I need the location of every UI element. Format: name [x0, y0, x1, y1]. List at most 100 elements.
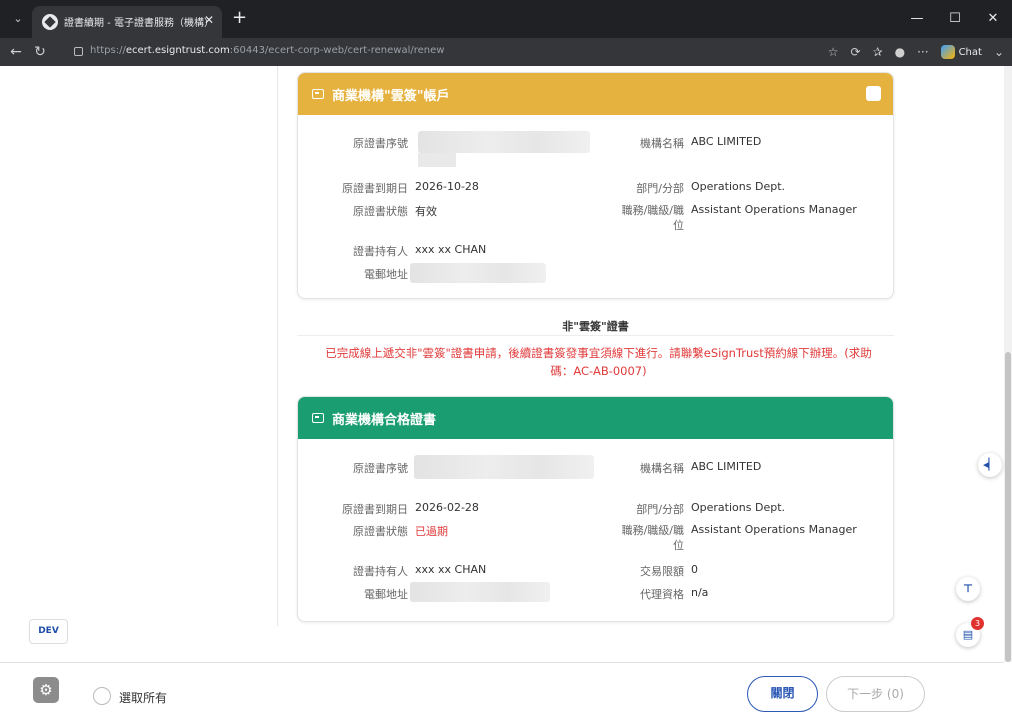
minimize-icon[interactable]: —	[898, 0, 936, 38]
q-expiry-label: 原證書到期日	[342, 503, 408, 516]
q-dept-value: Operations Dept.	[691, 501, 785, 514]
position-value: Assistant Operations Manager	[691, 203, 857, 216]
next-step-button[interactable]: 下一步 (0)	[826, 676, 925, 712]
favorites-list-icon[interactable]: ✰	[873, 42, 883, 62]
holder-value: xxx xx CHAN	[415, 243, 487, 256]
email-label: 電郵地址	[364, 268, 408, 281]
q-holder-value: xxx xx CHAN	[415, 563, 487, 576]
qualified-card-header: 商業機構合格證書	[298, 397, 893, 439]
org-value: ABC LIMITED	[691, 135, 762, 148]
browser-toolbar: ☆ ⟳ ✰ ● ··· Chat ⌄	[828, 42, 1004, 62]
page-scrollbar[interactable]	[1004, 66, 1012, 662]
action-footer: ⚙ 選取所有 關閉 下一步 (0)	[0, 662, 1004, 723]
q-expiry-value: 2026-02-28	[415, 501, 479, 514]
certificate-icon	[312, 413, 324, 423]
q-holder-field: 證書持有人 xxx xx CHAN	[318, 563, 486, 579]
status-label: 原證書狀態	[353, 205, 408, 218]
cloud-sign-account-card: 商業機構"雲簽"帳戶 原證書序號 原證書到期日 2026-10-28 原證書狀態…	[297, 72, 894, 299]
close-button[interactable]: 關閉	[747, 676, 818, 712]
offline-notice: 已完成線上遞交非"雲簽"證書申請，後續證書簽發事宜須線下進行。請聯繫eSignT…	[325, 346, 872, 378]
cloud-card-title: 商業機構"雲簽"帳戶	[332, 88, 450, 104]
dept-label: 部門/分部	[636, 182, 684, 195]
non-cloud-section-title: 非"雲簽"證書	[562, 320, 629, 333]
tab-title: 證書續期 - 電子證書服務（機構）	[64, 18, 214, 29]
page-content: 商業機構"雲簽"帳戶 原證書序號 原證書到期日 2026-10-28 原證書狀態…	[0, 66, 1012, 662]
position-label: 職務/職級/職位	[621, 204, 684, 232]
q-org-label: 機構名稱	[640, 462, 684, 475]
q-agent-value: n/a	[691, 586, 709, 599]
certificate-cart-icon[interactable]: ▤ 3	[956, 617, 984, 647]
settings-gear-icon[interactable]: ⚙	[33, 677, 59, 703]
serial-label: 原證書序號	[353, 137, 408, 150]
q-email-redacted	[410, 582, 550, 602]
expiry-value: 2026-10-28	[415, 180, 479, 193]
more-options-icon[interactable]: ···	[917, 42, 928, 62]
q-org-value: ABC LIMITED	[691, 460, 762, 473]
select-all-radio[interactable]	[93, 687, 111, 705]
browser-address-bar: ← ↻ https://ecert.esigntrust.com:60443/e…	[0, 38, 1012, 66]
expiry-field: 原證書到期日 2026-10-28	[318, 180, 479, 196]
url-text: https://ecert.esigntrust.com:60443/ecert…	[90, 45, 445, 56]
q-status-field: 原證書狀態 已過期	[318, 523, 448, 539]
maximize-icon[interactable]: ☐	[936, 0, 974, 38]
q-position-field: 職務/職級/職位 Assistant Operations Manager	[588, 523, 857, 553]
q-serial-label: 原證書序號	[353, 462, 408, 475]
q-position-value: Assistant Operations Manager	[691, 523, 857, 536]
email-redacted	[410, 263, 546, 283]
q-email-field: 電郵地址	[318, 586, 408, 602]
org-label: 機構名稱	[640, 137, 684, 150]
dept-value: Operations Dept.	[691, 180, 785, 193]
select-all-label[interactable]: 選取所有	[119, 689, 167, 706]
holder-field: 證書持有人 xxx xx CHAN	[318, 243, 486, 259]
copilot-chat-button[interactable]: Chat	[940, 45, 982, 59]
back-arrow-icon[interactable]: ←	[6, 42, 26, 62]
q-limit-value: 0	[691, 563, 698, 576]
url-field[interactable]: https://ecert.esigntrust.com:60443/ecert…	[72, 41, 830, 63]
browser-tab[interactable]: 證書續期 - 電子證書服務（機構） ✕	[32, 6, 222, 38]
chevron-down-icon[interactable]: ⌄	[994, 42, 1004, 62]
lock-icon[interactable]	[74, 47, 83, 56]
refresh-icon[interactable]: ↻	[30, 42, 50, 62]
q-serial-redacted	[414, 455, 594, 479]
scroll-to-top-icon[interactable]: ⊤	[956, 577, 980, 601]
chat-label: Chat	[958, 46, 982, 58]
collapse-panel-icon[interactable]: ◂▏	[978, 453, 1002, 477]
position-field: 職務/職級/職位 Assistant Operations Manager	[588, 203, 857, 233]
close-window-icon[interactable]: ✕	[974, 0, 1012, 38]
org-field: 機構名稱 ABC LIMITED	[588, 135, 761, 151]
q-org-field: 機構名稱 ABC LIMITED	[588, 460, 761, 476]
q-dept-field: 部門/分部 Operations Dept.	[588, 501, 785, 517]
expiry-label: 原證書到期日	[342, 182, 408, 195]
select-cloud-card-checkbox[interactable]	[866, 86, 881, 101]
qualified-card-title: 商業機構合格證書	[332, 412, 437, 428]
left-panel-divider	[277, 66, 278, 626]
holder-label: 證書持有人	[353, 245, 408, 258]
new-tab-icon[interactable]: +	[232, 9, 247, 27]
q-serial-field: 原證書序號	[318, 460, 408, 476]
q-holder-label: 證書持有人	[353, 565, 408, 578]
favorite-star-icon[interactable]: ☆	[828, 42, 839, 62]
status-value: 有效	[415, 205, 437, 218]
tab-actions-chevron-icon[interactable]: ⌄	[8, 9, 28, 29]
serial-field: 原證書序號	[318, 135, 408, 151]
q-limit-label: 交易限額	[640, 565, 684, 578]
window-controls: — ☐ ✕	[898, 0, 1012, 38]
q-agent-label: 代理資格	[640, 588, 684, 601]
q-dept-label: 部門/分部	[636, 503, 684, 516]
q-agent-field: 代理資格 n/a	[588, 586, 708, 602]
notification-count-badge: 3	[971, 617, 984, 630]
email-field: 電郵地址	[318, 266, 408, 282]
q-position-label: 職務/職級/職位	[621, 524, 684, 552]
browser-tab-bar: ⌄ 證書續期 - 電子證書服務（機構） ✕ + — ☐ ✕	[0, 0, 1012, 38]
section-divider	[297, 335, 894, 336]
q-status-label: 原證書狀態	[353, 525, 408, 538]
close-tab-icon[interactable]: ✕	[204, 13, 214, 27]
scrollbar-thumb[interactable]	[1005, 352, 1011, 662]
q-limit-field: 交易限額 0	[588, 563, 698, 579]
extension-icon[interactable]: ⟳	[851, 42, 861, 62]
copilot-logo-icon	[940, 45, 955, 59]
q-status-value: 已過期	[415, 525, 448, 538]
qualified-certificate-card: 商業機構合格證書 原證書序號 原證書到期日 2026-02-28 原證書狀態 已…	[297, 396, 894, 622]
serial-redacted	[418, 131, 590, 153]
profile-icon[interactable]: ●	[895, 42, 905, 62]
